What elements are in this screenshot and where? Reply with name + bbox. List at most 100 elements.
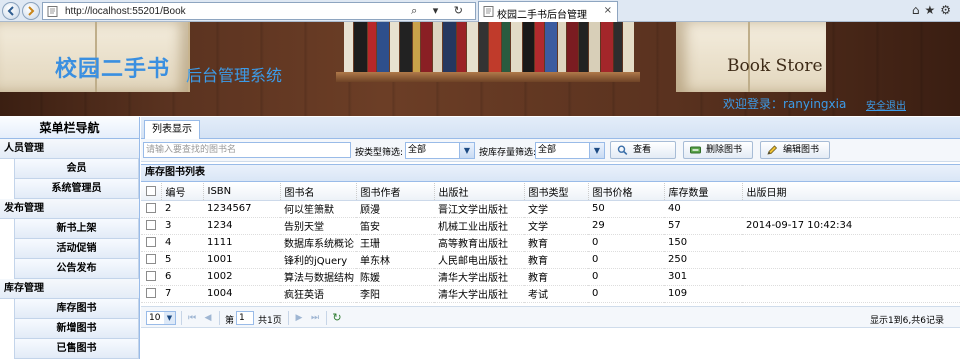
pencil-icon — [767, 145, 778, 155]
bookshelf-books — [344, 22, 634, 72]
browser-tools-icons[interactable]: ⌂★⚙ — [912, 3, 956, 17]
edit-book-button[interactable]: 编辑图书 — [760, 141, 830, 159]
column-header[interactable]: 图书作者 — [356, 183, 435, 201]
tab-title: 校园二手书后台管理 — [497, 10, 587, 21]
column-header[interactable]: 图书名 — [280, 183, 357, 201]
table-cell: 高等教育出版社 — [434, 234, 524, 252]
address-bar[interactable]: http://localhost:55201/Book ⌕ ▾ ↻ — [42, 2, 476, 20]
column-header[interactable]: 库存数量 — [664, 183, 743, 201]
forward-arrow-icon — [28, 6, 35, 16]
table-cell: 告别天堂 — [280, 217, 356, 235]
welcome-text: 欢迎登录：ranyingxia — [723, 97, 847, 111]
column-header[interactable]: 编号 — [161, 183, 204, 201]
table-cell: 教育 — [524, 234, 588, 252]
row-checkbox[interactable] — [141, 285, 161, 303]
table-row[interactable]: 2 1234567 何以笙箫默 顾漫 晋江文学出版社 文学 50 40 — [141, 200, 960, 218]
chevron-down-icon: ▼ — [459, 143, 474, 158]
table-cell: 文学 — [524, 200, 588, 218]
books-table: 编号 ISBN 图书名 图书作者 出版社 图书类型 图书价格 库存数量 出版日期… — [141, 183, 960, 303]
table-cell: 0 — [588, 251, 664, 269]
menu-item-announcements[interactable]: 公告发布 — [14, 259, 139, 279]
address-tools-icon[interactable]: ⌕ ▾ ↻ — [411, 4, 469, 18]
select-all-checkbox[interactable] — [141, 183, 162, 201]
stock-filter-value: 全部 — [538, 145, 557, 155]
column-header[interactable]: 图书类型 — [524, 183, 589, 201]
table-cell: 0 — [588, 285, 664, 303]
menu-group-publish[interactable]: 发布管理 — [0, 199, 139, 219]
menu-item-stock-books[interactable]: 库存图书 — [14, 299, 139, 319]
view-button-label: 查看 — [633, 145, 652, 155]
logout-link[interactable]: 安全退出 — [866, 97, 906, 112]
table-cell: 50 — [588, 200, 664, 218]
browser-tab[interactable]: 校园二手书后台管理 × — [478, 1, 618, 22]
table-cell: 陈媛 — [356, 268, 434, 286]
book-store-label: Book Store — [727, 56, 823, 76]
table-cell — [742, 251, 960, 269]
table-row[interactable]: 6 1002 算法与数据结构 陈媛 清华大学出版社 教育 0 301 — [141, 268, 960, 286]
table-cell: 锋利的jQuery — [280, 251, 356, 269]
table-row[interactable]: 3 1234 告别天堂 笛安 机械工业出版社 文学 29 57 2014-09-… — [141, 217, 960, 235]
delete-book-button-label: 删除图书 — [706, 145, 743, 155]
type-filter-value: 全部 — [408, 145, 427, 155]
forward-button[interactable] — [22, 2, 40, 20]
view-button[interactable]: 查看 — [610, 141, 676, 159]
last-page-icon[interactable]: ⏭ — [310, 312, 320, 324]
page-size-select[interactable]: 10 ▼ — [146, 311, 176, 325]
table-cell: 1001 — [203, 251, 280, 269]
search-icon — [617, 145, 628, 155]
next-page-icon[interactable]: ▶ — [294, 312, 304, 324]
table-cell: 57 — [664, 217, 742, 235]
delete-book-button[interactable]: 删除图书 — [683, 141, 753, 159]
row-checkbox[interactable] — [141, 234, 161, 252]
header-banner: 校园二手书 后台管理系统 Book Store 欢迎登录：ranyingxia … — [0, 22, 960, 116]
table-cell: 1004 — [203, 285, 280, 303]
column-header[interactable]: 出版日期 — [742, 183, 960, 201]
table-cell: 机械工业出版社 — [434, 217, 524, 235]
row-checkbox[interactable] — [141, 268, 161, 286]
page-number-input[interactable]: 1 — [236, 311, 254, 325]
first-page-icon[interactable]: ⏮ — [187, 312, 197, 324]
menu-group-people[interactable]: 人员管理 — [0, 139, 139, 159]
row-checkbox[interactable] — [141, 251, 161, 269]
table-cell — [742, 285, 960, 303]
row-checkbox[interactable] — [141, 217, 161, 235]
stock-filter-select[interactable]: 全部 ▼ — [535, 142, 605, 159]
table-cell: 清华大学出版社 — [434, 268, 524, 286]
sidebar-title: 菜单栏导航 — [0, 117, 139, 139]
menu-item-promotions[interactable]: 活动促销 — [14, 239, 139, 259]
table-cell — [742, 234, 960, 252]
menu-group-inventory[interactable]: 库存管理 — [0, 279, 139, 299]
table-row[interactable]: 7 1004 疯狂英语 李阳 清华大学出版社 考试 0 109 — [141, 285, 960, 303]
pagination-bar: 10 ▼ ⏮ ◀ 第 1 共1页 ▶ ⏭ ↻ 显示1到6,共6记录 — [141, 306, 960, 328]
row-checkbox[interactable] — [141, 200, 161, 218]
refresh-icon[interactable]: ↻ — [332, 312, 342, 324]
tab-close-icon[interactable]: × — [604, 5, 612, 16]
table-row[interactable]: 5 1001 锋利的jQuery 单东林 人民邮电出版社 教育 0 250 — [141, 251, 960, 269]
column-header[interactable]: ISBN — [203, 183, 281, 201]
page-icon — [47, 6, 58, 17]
search-input[interactable]: 请输入要查找的图书名 — [143, 142, 351, 158]
table-cell: 0 — [588, 268, 664, 286]
type-filter-label: 按类型筛选: — [355, 148, 404, 158]
menu-item-new-books[interactable]: 新书上架 — [14, 219, 139, 239]
table-cell: 顾漫 — [356, 200, 434, 218]
site-subtitle: 后台管理系统 — [186, 66, 283, 85]
page-total-label: 共1页 — [258, 316, 282, 326]
menu-item-members[interactable]: 会员 — [14, 159, 139, 179]
tab-list-view[interactable]: 列表显示 — [144, 120, 200, 140]
column-header[interactable]: 出版社 — [434, 183, 525, 201]
table-cell: 4 — [161, 234, 203, 252]
menu-item-admins[interactable]: 系统管理员 — [14, 179, 139, 199]
table-cell: 3 — [161, 217, 203, 235]
table-cell: 单东林 — [356, 251, 434, 269]
column-header[interactable]: 图书价格 — [588, 183, 665, 201]
table-row[interactable]: 4 1111 数据库系统概论 王珊 高等教育出版社 教育 0 150 — [141, 234, 960, 252]
stock-filter-label: 按库存量筛选: — [479, 148, 537, 158]
type-filter-select[interactable]: 全部 ▼ — [405, 142, 475, 159]
menu-item-sold-books[interactable]: 已售图书 — [14, 339, 139, 359]
table-cell: 李阳 — [356, 285, 434, 303]
table-cell: 5 — [161, 251, 203, 269]
menu-item-add-book[interactable]: 新增图书 — [14, 319, 139, 339]
back-button[interactable] — [2, 2, 20, 20]
prev-page-icon[interactable]: ◀ — [203, 312, 213, 324]
